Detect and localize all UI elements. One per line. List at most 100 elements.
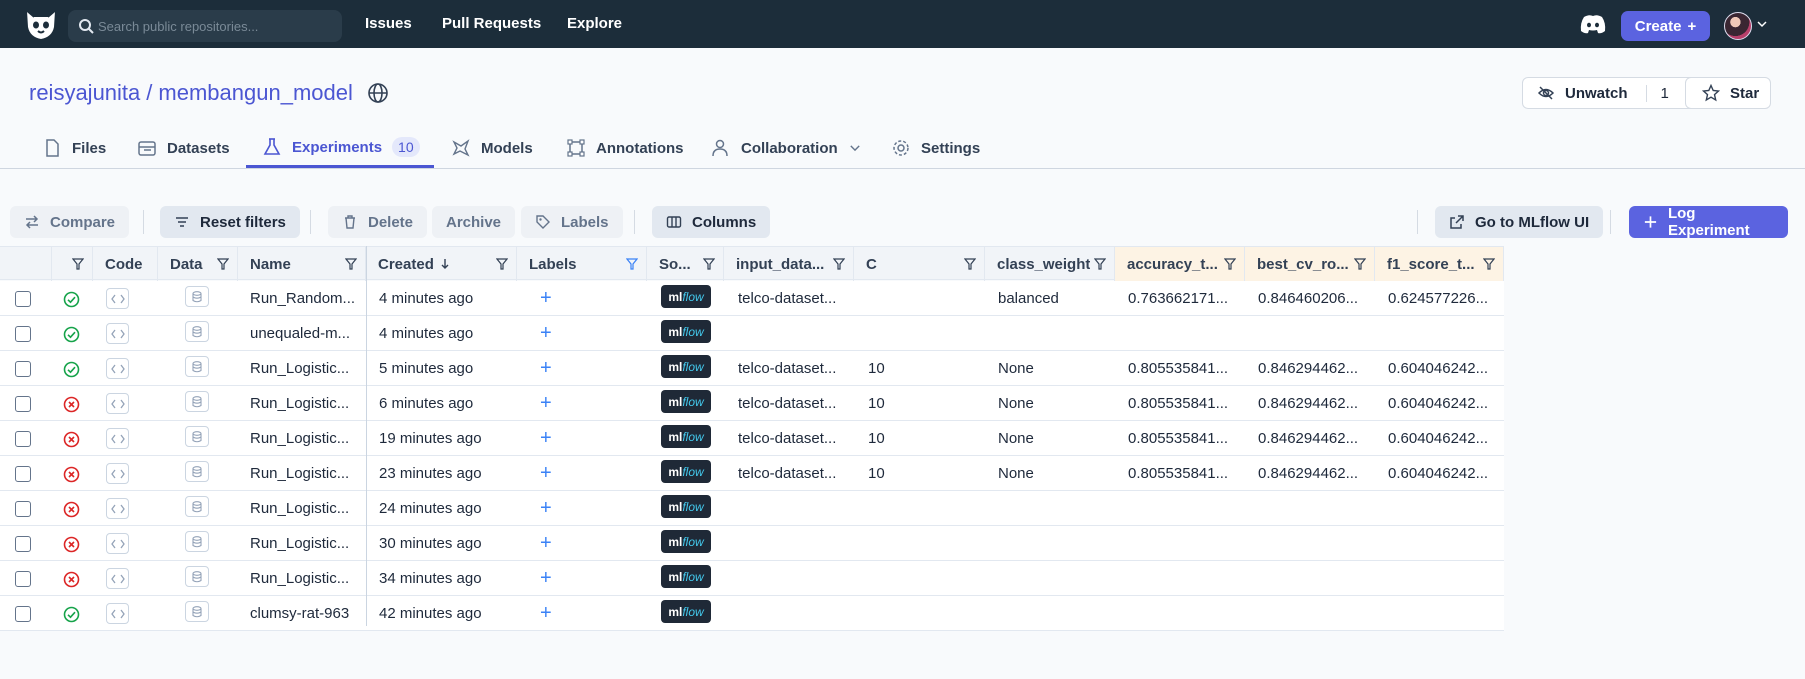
add-label-icon[interactable]: + [540, 358, 556, 378]
code-icon[interactable] [106, 463, 129, 484]
database-icon[interactable] [185, 321, 209, 342]
header-status[interactable] [52, 247, 93, 281]
add-label-icon[interactable]: + [540, 603, 556, 623]
tab-files[interactable]: Files [42, 138, 106, 158]
table-row[interactable]: Run_Logistic... 30 minutes ago + ml flow [0, 526, 1504, 561]
database-icon[interactable] [185, 356, 209, 377]
database-icon[interactable] [185, 391, 209, 412]
header-c[interactable]: C [854, 247, 985, 281]
unwatch-button[interactable]: Unwatch 1 [1522, 77, 1708, 109]
header-f1[interactable]: f1_score_t... [1375, 247, 1504, 281]
header-accuracy[interactable]: accuracy_t... [1115, 247, 1245, 281]
filter-icon[interactable] [1483, 258, 1495, 270]
filter-icon[interactable] [345, 258, 357, 270]
add-label-icon[interactable]: + [540, 428, 556, 448]
header-name[interactable]: Name [238, 247, 366, 281]
header-created[interactable]: Created [366, 247, 517, 281]
code-icon[interactable] [106, 393, 129, 414]
row-checkbox[interactable] [15, 396, 31, 412]
table-row[interactable]: Run_Logistic... 34 minutes ago + ml flow [0, 561, 1504, 596]
filter-icon[interactable] [217, 258, 229, 270]
code-icon[interactable] [106, 358, 129, 379]
code-icon[interactable] [106, 603, 129, 624]
table-row[interactable]: clumsy-rat-963 42 minutes ago + ml flow [0, 596, 1504, 631]
add-label-icon[interactable]: + [540, 393, 556, 413]
table-row[interactable]: Run_Logistic... 19 minutes ago + ml flow telc… [0, 421, 1504, 456]
row-checkbox[interactable] [15, 326, 31, 342]
filter-icon[interactable] [1094, 258, 1106, 270]
database-icon[interactable] [185, 286, 209, 307]
add-label-icon[interactable]: + [540, 323, 556, 343]
repo-name-link[interactable]: membangun_model [158, 80, 352, 106]
run-name[interactable]: Run_Logistic... [250, 421, 362, 456]
header-best-cv[interactable]: best_cv_ro... [1245, 247, 1375, 281]
table-row[interactable]: Run_Random... 4 minutes ago + ml flow telco-d… [0, 281, 1504, 316]
filter-icon[interactable] [626, 258, 638, 270]
discord-icon[interactable] [1580, 14, 1606, 34]
database-icon[interactable] [185, 601, 209, 622]
nav-link-issues[interactable]: Issues [365, 15, 412, 32]
tab-annotations[interactable]: Annotations [566, 138, 684, 158]
row-checkbox[interactable] [15, 291, 31, 307]
row-checkbox[interactable] [15, 466, 31, 482]
search-box[interactable] [68, 10, 342, 42]
run-name[interactable]: unequaled-m... [250, 316, 362, 351]
code-icon[interactable] [106, 323, 129, 344]
compare-button[interactable]: Compare [10, 206, 130, 238]
database-icon[interactable] [185, 461, 209, 482]
run-name[interactable]: Run_Logistic... [250, 456, 362, 491]
sort-desc-icon[interactable] [440, 258, 450, 270]
header-data[interactable]: Data [158, 247, 238, 281]
filter-icon[interactable] [703, 258, 715, 270]
row-checkbox[interactable] [15, 571, 31, 587]
table-row[interactable]: Run_Logistic... 23 minutes ago + ml flow telc… [0, 456, 1504, 491]
run-name[interactable]: Run_Logistic... [250, 386, 362, 421]
tab-experiments[interactable]: Experiments 10 [262, 137, 420, 157]
code-icon[interactable] [106, 498, 129, 519]
header-code[interactable]: Code [93, 247, 158, 281]
database-icon[interactable] [185, 566, 209, 587]
tab-models[interactable]: Models [451, 138, 533, 158]
filter-icon[interactable] [496, 258, 508, 270]
database-icon[interactable] [185, 496, 209, 517]
tab-collaboration[interactable]: Collaboration [711, 138, 862, 158]
columns-button[interactable]: Columns [652, 206, 771, 238]
tab-settings[interactable]: Settings [891, 138, 980, 158]
filter-icon[interactable] [964, 258, 976, 270]
filter-icon[interactable] [1224, 258, 1236, 270]
add-label-icon[interactable]: + [540, 463, 556, 483]
row-checkbox[interactable] [15, 431, 31, 447]
header-class-weight[interactable]: class_weight [985, 247, 1115, 281]
labels-button[interactable]: Labels [521, 206, 623, 238]
table-row[interactable]: Run_Logistic... 24 minutes ago + ml flow [0, 491, 1504, 526]
code-icon[interactable] [106, 428, 129, 449]
dagshub-logo-icon[interactable] [22, 7, 60, 41]
add-label-icon[interactable]: + [540, 568, 556, 588]
reset-filters-button[interactable]: Reset filters [160, 206, 300, 238]
add-label-icon[interactable]: + [540, 288, 556, 308]
filter-icon[interactable] [72, 258, 84, 270]
code-icon[interactable] [106, 533, 129, 554]
add-label-icon[interactable]: + [540, 533, 556, 553]
create-button[interactable]: Create + [1621, 11, 1710, 41]
avatar[interactable] [1724, 12, 1752, 40]
tab-datasets[interactable]: Datasets [137, 138, 230, 158]
search-input[interactable] [98, 10, 334, 42]
table-row[interactable]: unequaled-m... 4 minutes ago + ml flow [0, 316, 1504, 351]
header-source[interactable]: So... [647, 247, 724, 281]
run-name[interactable]: Run_Logistic... [250, 351, 362, 386]
table-row[interactable]: Run_Logistic... 6 minutes ago + ml flow telco… [0, 386, 1504, 421]
chevron-down-icon[interactable] [1757, 19, 1767, 29]
table-row[interactable]: Run_Logistic... 5 minutes ago + ml flow telco… [0, 351, 1504, 386]
row-checkbox[interactable] [15, 501, 31, 517]
delete-button[interactable]: Delete [328, 206, 428, 238]
header-labels[interactable]: Labels [517, 247, 647, 281]
archive-button[interactable]: Archive [432, 206, 516, 238]
run-name[interactable]: Run_Logistic... [250, 561, 362, 596]
database-icon[interactable] [185, 426, 209, 447]
run-name[interactable]: Run_Logistic... [250, 491, 362, 526]
run-name[interactable]: Run_Logistic... [250, 526, 362, 561]
filter-icon[interactable] [1354, 258, 1366, 270]
row-checkbox[interactable] [15, 606, 31, 622]
add-label-icon[interactable]: + [540, 498, 556, 518]
